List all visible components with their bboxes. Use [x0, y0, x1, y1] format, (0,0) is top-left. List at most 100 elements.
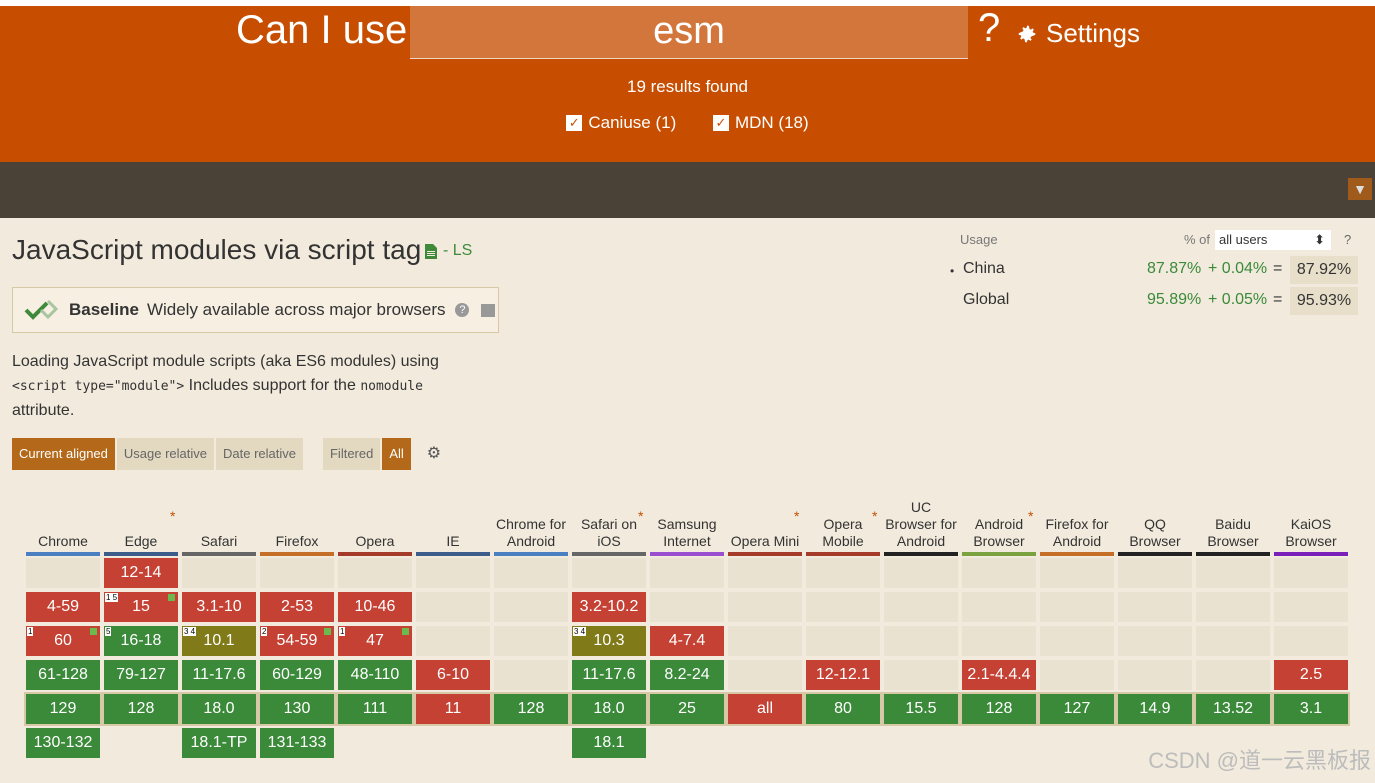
support-cell[interactable]: [806, 592, 880, 622]
filter-mdn[interactable]: ✓ MDN (18): [712, 113, 809, 133]
browser-header[interactable]: Firefox: [260, 478, 334, 550]
support-cell[interactable]: [962, 558, 1036, 588]
support-cell[interactable]: 2.1-4.4.4: [962, 660, 1036, 690]
support-cell[interactable]: [806, 558, 880, 588]
support-cell[interactable]: 47 1: [338, 626, 412, 656]
support-cell[interactable]: 16-18 5: [104, 626, 178, 656]
support-cell[interactable]: [260, 558, 334, 588]
support-cell[interactable]: [1196, 558, 1270, 588]
support-cell[interactable]: 18.0: [572, 694, 646, 724]
browser-header[interactable]: Samsung Internet: [650, 478, 724, 550]
spec-status[interactable]: - LS: [425, 242, 472, 260]
support-cell[interactable]: 10.1 3 4: [182, 626, 256, 656]
tab-all[interactable]: All: [382, 438, 411, 470]
browser-header[interactable]: Opera Mobile: [806, 478, 880, 550]
support-cell[interactable]: [884, 626, 958, 656]
browser-header[interactable]: Baidu Browser: [1196, 478, 1270, 550]
support-cell[interactable]: 79-127: [104, 660, 178, 690]
usage-row-china[interactable]: • China 87.87% + 0.04% = 87.92%: [950, 256, 1360, 288]
browser-header[interactable]: Safari: [182, 478, 256, 550]
support-cell[interactable]: 11-17.6: [572, 660, 646, 690]
tab-usage-relative[interactable]: Usage relative: [116, 438, 214, 470]
feature-title[interactable]: JavaScript modules via script tag: [12, 234, 421, 266]
support-cell[interactable]: 128: [962, 694, 1036, 724]
brand-logo[interactable]: Can I use: [236, 8, 407, 53]
browser-header[interactable]: Chrome for Android: [494, 478, 568, 550]
support-cell[interactable]: 3.1: [1274, 694, 1348, 724]
support-cell[interactable]: all: [728, 694, 802, 724]
support-cell[interactable]: 48-110: [338, 660, 412, 690]
support-cell[interactable]: 60 1: [26, 626, 100, 656]
support-cell[interactable]: [728, 558, 802, 588]
support-cell[interactable]: 6-10: [416, 660, 490, 690]
support-cell[interactable]: 10.3 3 4: [572, 626, 646, 656]
support-cell[interactable]: 54-59 2: [260, 626, 334, 656]
tab-filtered[interactable]: Filtered: [322, 438, 381, 470]
support-cell[interactable]: 60-129: [260, 660, 334, 690]
tab-current-aligned[interactable]: Current aligned: [12, 438, 115, 470]
support-cell[interactable]: [494, 626, 568, 656]
support-cell[interactable]: 10-46: [338, 592, 412, 622]
browser-header[interactable]: Opera: [338, 478, 412, 550]
gear-icon[interactable]: ⚙: [427, 438, 441, 470]
support-cell[interactable]: 12-14: [104, 558, 178, 588]
support-cell[interactable]: 128: [494, 694, 568, 724]
browser-header[interactable]: Opera Mini: [728, 478, 802, 550]
support-cell[interactable]: 12-12.1: [806, 660, 880, 690]
browser-header[interactable]: KaiOS Browser: [1274, 478, 1348, 550]
support-cell[interactable]: [1196, 626, 1270, 656]
support-cell[interactable]: [26, 558, 100, 588]
support-cell[interactable]: 13.52: [1196, 694, 1270, 724]
support-cell[interactable]: [1274, 626, 1348, 656]
usage-select[interactable]: all users ⬍: [1215, 230, 1331, 250]
support-cell[interactable]: [416, 558, 490, 588]
support-cell[interactable]: [728, 660, 802, 690]
support-cell[interactable]: [1196, 660, 1270, 690]
support-cell[interactable]: [962, 592, 1036, 622]
support-cell[interactable]: 18.1-TP: [182, 728, 256, 758]
support-cell[interactable]: [1118, 660, 1192, 690]
usage-help[interactable]: ?: [1344, 232, 1351, 247]
support-cell[interactable]: 25: [650, 694, 724, 724]
support-cell[interactable]: [572, 558, 646, 588]
browser-header[interactable]: Safari on iOS: [572, 478, 646, 550]
support-cell[interactable]: [728, 592, 802, 622]
usage-row-global[interactable]: Global 95.89% + 0.05% = 95.93%: [950, 287, 1360, 319]
support-cell[interactable]: [884, 592, 958, 622]
help-button[interactable]: ?: [978, 6, 1000, 51]
support-cell[interactable]: [1040, 592, 1114, 622]
support-cell[interactable]: 11-17.6: [182, 660, 256, 690]
support-cell[interactable]: 2-53: [260, 592, 334, 622]
support-cell[interactable]: [182, 558, 256, 588]
browser-header[interactable]: QQ Browser: [1118, 478, 1192, 550]
support-cell[interactable]: [884, 558, 958, 588]
support-cell[interactable]: [416, 592, 490, 622]
support-cell[interactable]: 4-59: [26, 592, 100, 622]
support-cell[interactable]: [494, 660, 568, 690]
support-cell[interactable]: [416, 626, 490, 656]
support-cell[interactable]: 15 1 5: [104, 592, 178, 622]
filter-funnel-icon[interactable]: ▼: [1348, 178, 1372, 200]
support-cell[interactable]: [650, 592, 724, 622]
support-cell[interactable]: 111: [338, 694, 412, 724]
support-cell[interactable]: [806, 626, 880, 656]
support-cell[interactable]: 3.2-10.2: [572, 592, 646, 622]
support-cell[interactable]: 11: [416, 694, 490, 724]
support-cell[interactable]: [1196, 592, 1270, 622]
support-cell[interactable]: 129: [26, 694, 100, 724]
support-cell[interactable]: 130: [260, 694, 334, 724]
support-cell[interactable]: [650, 558, 724, 588]
browser-header[interactable]: Chrome: [26, 478, 100, 550]
support-cell[interactable]: [1040, 626, 1114, 656]
support-cell[interactable]: [884, 660, 958, 690]
tab-date-relative[interactable]: Date relative: [216, 438, 303, 470]
support-cell[interactable]: [338, 558, 412, 588]
checkbox-icon[interactable]: ✓: [712, 115, 729, 131]
browser-header[interactable]: Edge: [104, 478, 178, 550]
support-cell[interactable]: [1118, 592, 1192, 622]
support-cell[interactable]: 80: [806, 694, 880, 724]
support-cell[interactable]: [728, 626, 802, 656]
support-cell[interactable]: [1040, 558, 1114, 588]
checkbox-icon[interactable]: ✓: [566, 115, 583, 131]
support-cell[interactable]: [1118, 558, 1192, 588]
